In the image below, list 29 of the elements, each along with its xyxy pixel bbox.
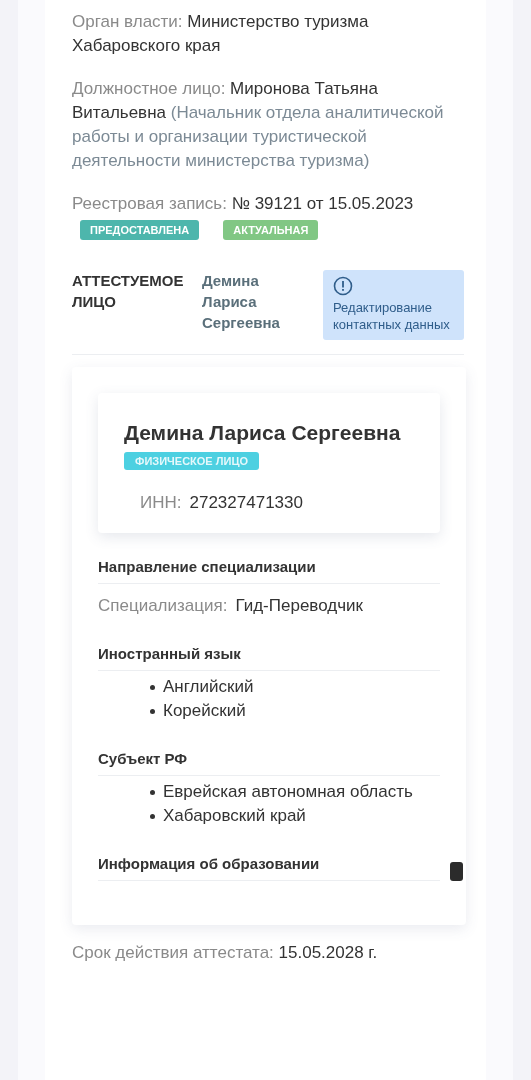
inn-label: ИНН: [140,493,182,512]
list-item: Хабаровский край [163,805,306,827]
person-name: Демина Лариса Сергеевна [124,421,401,444]
bullet-icon [150,790,155,795]
status-badge: АКТУАЛЬНАЯ [223,220,319,240]
section-title: Направление специализации [98,557,440,584]
section-title: Субъект РФ [98,749,440,776]
inn-value: 272327471330 [189,493,303,512]
official-text: Должностное лицо: Миронова Татьяна Витальевна (Начальник отдела аналитической работы и организации туристической деятельности министерства туризма) [72,78,445,172]
section-label: АТТЕСТУЕМОЕ ЛИЦО [72,271,185,312]
bullet-icon [150,814,155,819]
authority-text: Орган власти: Министерство туризма Хабаровского края [72,11,370,57]
validity-text: Срок действия аттестата: 15.05.2028 г. [72,942,379,964]
edit-contacts-link[interactable]: Редактирование контактных данных [323,270,464,340]
registry-text: Реестровая запись: № 39121 от 15.05.2023 [72,193,415,215]
info-icon [333,276,353,296]
scrollbar-thumb[interactable] [450,862,463,881]
status-badge: ПРЕДОСТАВЛЕНА [80,220,200,240]
type-badge: ФИЗИЧЕСКОЕ ЛИЦО [124,452,259,470]
list-item: Еврейская автономная область [163,781,413,803]
list-item: Корейский [163,700,246,722]
field-value: Гид-Переводчик [235,596,363,615]
bullet-icon [150,685,155,690]
bullet-icon [150,709,155,714]
section-title: Информация об образовании [98,854,440,881]
field-label: Специализация: [98,596,228,615]
section-title: Иностранный язык [98,644,440,671]
person-name: Демина Лариса Сергеевна [202,271,281,333]
list-item: Английский [163,676,254,698]
